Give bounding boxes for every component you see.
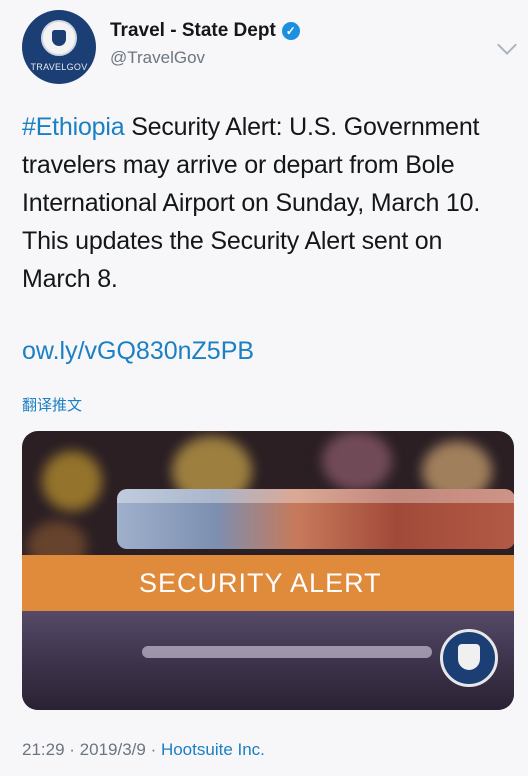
hood-reflection bbox=[142, 646, 432, 658]
tweet-meta: 21:29 · 2019/3/9 · Hootsuite Inc. bbox=[22, 740, 265, 760]
display-name[interactable]: Travel - State Dept ✓ bbox=[110, 20, 300, 42]
display-name-text: Travel - State Dept bbox=[110, 20, 276, 41]
translate-tweet-link[interactable]: 翻译推文 bbox=[22, 394, 82, 415]
chevron-down-icon[interactable] bbox=[497, 35, 517, 55]
bokeh-light bbox=[42, 451, 102, 511]
tweet-date: 2019/3/9 bbox=[79, 740, 146, 759]
separator: · bbox=[64, 740, 80, 759]
tweet-header: TRAVELGOV Travel - State Dept ✓ @TravelG… bbox=[22, 10, 528, 84]
avatar[interactable]: TRAVELGOV bbox=[22, 10, 96, 84]
media-card[interactable]: SECURITY ALERT bbox=[22, 431, 514, 710]
tweet-text: #Ethiopia Security Alert: U.S. Governmen… bbox=[22, 108, 512, 298]
avatar-label: TRAVELGOV bbox=[30, 62, 88, 72]
police-light-bar bbox=[117, 489, 514, 549]
department-emblem-icon bbox=[440, 629, 498, 687]
state-dept-seal-icon bbox=[41, 20, 77, 56]
verified-badge-icon: ✓ bbox=[281, 22, 300, 40]
bokeh-light bbox=[322, 431, 392, 491]
separator: · bbox=[145, 740, 161, 759]
hashtag-link[interactable]: #Ethiopia bbox=[22, 113, 125, 141]
user-handle[interactable]: @TravelGov bbox=[110, 48, 205, 68]
tweet-time: 21:29 bbox=[22, 740, 65, 759]
tweet-source-link[interactable]: Hootsuite Inc. bbox=[161, 740, 265, 759]
security-alert-banner: SECURITY ALERT bbox=[22, 555, 514, 611]
shortened-link[interactable]: ow.ly/vGQ830nZ5PB bbox=[22, 337, 254, 366]
